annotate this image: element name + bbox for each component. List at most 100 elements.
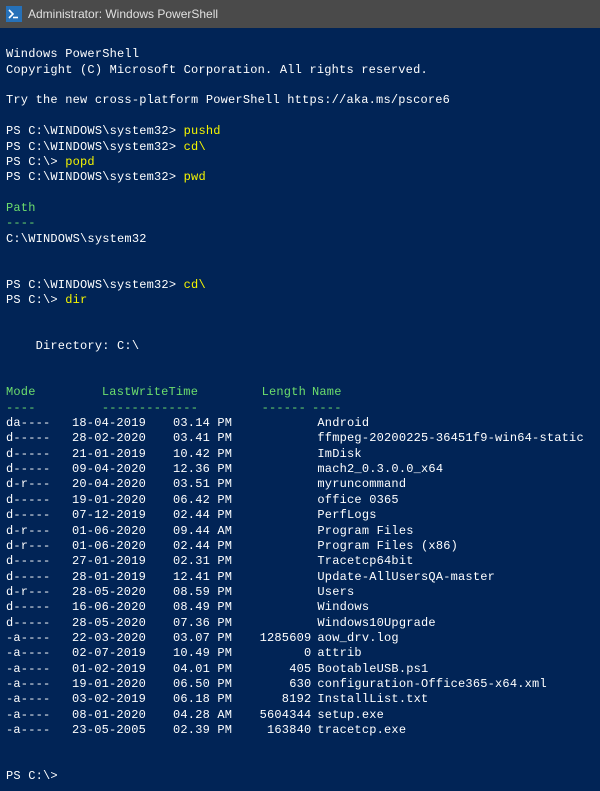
dir-row-ampm: AM — [217, 524, 239, 539]
dir-row-name: Program Files (x86) — [311, 539, 458, 554]
dir-row-name: office 0365 — [311, 493, 398, 508]
dir-row-length: 5604344 — [239, 708, 311, 723]
dir-row-date: 07-12-2019 — [66, 508, 146, 523]
dir-row-mode: d----- — [6, 616, 66, 631]
dir-row-mode: d-r--- — [6, 539, 66, 554]
titlebar[interactable]: Administrator: Windows PowerShell — [0, 0, 600, 28]
dir-row-length: 405 — [239, 662, 311, 677]
dir-row-ampm: PM — [217, 431, 239, 446]
dir-row-mode: d----- — [6, 431, 66, 446]
dir-row-mode: d-r--- — [6, 524, 66, 539]
prompt-5-prefix: PS C:\WINDOWS\system32> — [6, 278, 184, 292]
pwd-header: Path — [6, 201, 36, 215]
dir-row-date: 01-06-2020 — [66, 524, 146, 539]
dir-row-ampm: PM — [217, 616, 239, 631]
dir-row-name: mach2_0.3.0.0_x64 — [311, 462, 443, 477]
dir-dash-length: ------ — [234, 401, 306, 416]
dir-row-ampm: PM — [217, 646, 239, 661]
dir-header-mode: Mode — [6, 385, 66, 400]
dir-row-date: 19-01-2020 — [66, 677, 146, 692]
cmd-popd: popd — [65, 155, 95, 169]
dir-row-length: 1285609 — [239, 631, 311, 646]
dir-row-name: Windows10Upgrade — [311, 616, 435, 631]
dir-row-date: 01-02-2019 — [66, 662, 146, 677]
dir-row-length: 630 — [239, 677, 311, 692]
dir-row-date: 28-05-2020 — [66, 585, 146, 600]
dir-dash-mode: ---- — [6, 401, 66, 416]
dir-dash-lwt: ------------- — [66, 401, 234, 416]
dir-row-mode: -a---- — [6, 646, 66, 661]
dir-row-ampm: PM — [217, 508, 239, 523]
cmd-dir: dir — [65, 293, 87, 307]
dir-row-date: 22-03-2020 — [66, 631, 146, 646]
dir-row-mode: -a---- — [6, 631, 66, 646]
dir-row-date: 03-02-2019 — [66, 692, 146, 707]
dir-row-date: 09-04-2020 — [66, 462, 146, 477]
dir-row-time: 03.14 — [146, 416, 210, 431]
dir-row-mode: -a---- — [6, 677, 66, 692]
banner-line1: Windows PowerShell — [6, 47, 139, 61]
dir-row-mode: da---- — [6, 416, 66, 431]
dir-row-ampm: PM — [217, 554, 239, 569]
window-title: Administrator: Windows PowerShell — [28, 7, 218, 21]
dir-row-name: Windows — [311, 600, 369, 615]
prompt-7-prefix: PS C:\> — [6, 769, 65, 783]
dir-row-name: ffmpeg-20200225-36451f9-win64-static — [311, 431, 583, 446]
console-output[interactable]: Windows PowerShell Copyright (C) Microso… — [0, 28, 600, 791]
dir-row-name: attrib — [311, 646, 361, 661]
dir-row-date: 20-04-2020 — [66, 477, 146, 492]
dir-row-mode: d-r--- — [6, 477, 66, 492]
dir-row-time: 10.42 — [146, 447, 210, 462]
prompt-6-prefix: PS C:\> — [6, 293, 65, 307]
dir-row-time: 09.44 — [146, 524, 210, 539]
dir-row-length: 0 — [239, 646, 311, 661]
banner-line2: Copyright (C) Microsoft Corporation. All… — [6, 63, 428, 77]
dir-row-ampm: AM — [217, 708, 239, 723]
dir-header-name: Name — [306, 385, 342, 400]
dir-row-mode: d----- — [6, 462, 66, 477]
dir-row-date: 02-07-2019 — [66, 646, 146, 661]
pwd-dash: ---- — [6, 216, 36, 230]
dir-row-time: 02.44 — [146, 508, 210, 523]
dir-row-date: 08-01-2020 — [66, 708, 146, 723]
dir-row-ampm: PM — [217, 462, 239, 477]
banner-try: Try the new cross-platform PowerShell ht… — [6, 93, 450, 107]
dir-row-time: 03.07 — [146, 631, 210, 646]
dir-row-time: 04.28 — [146, 708, 210, 723]
dir-row-date: 21-01-2019 — [66, 447, 146, 462]
dir-row-time: 03.41 — [146, 431, 210, 446]
dir-row-name: BootableUSB.ps1 — [311, 662, 428, 677]
dir-row-time: 02.31 — [146, 554, 210, 569]
prompt-4-prefix: PS C:\WINDOWS\system32> — [6, 170, 184, 184]
dir-row-date: 23-05-2005 — [66, 723, 146, 738]
dir-row-name: InstallList.txt — [311, 692, 428, 707]
dir-row-time: 02.39 — [146, 723, 210, 738]
dir-row-date: 18-04-2019 — [66, 416, 146, 431]
dir-row-name: Users — [311, 585, 354, 600]
dir-row-time: 08.49 — [146, 600, 210, 615]
dir-row-ampm: PM — [217, 493, 239, 508]
dir-row-ampm: PM — [217, 662, 239, 677]
dir-row-time: 08.59 — [146, 585, 210, 600]
dir-row-mode: -a---- — [6, 662, 66, 677]
dir-row-ampm: PM — [217, 447, 239, 462]
dir-row-date: 28-01-2019 — [66, 570, 146, 585]
dir-row-name: setup.exe — [311, 708, 384, 723]
dir-row-time: 12.36 — [146, 462, 210, 477]
dir-row-ampm: PM — [217, 585, 239, 600]
dir-row-ampm: PM — [217, 600, 239, 615]
dir-row-time: 06.42 — [146, 493, 210, 508]
dir-row-date: 28-02-2020 — [66, 431, 146, 446]
dir-row-time: 02.44 — [146, 539, 210, 554]
dir-row-time: 07.36 — [146, 616, 210, 631]
dir-row-mode: -a---- — [6, 708, 66, 723]
dir-row-mode: d----- — [6, 554, 66, 569]
cmd-pushd: pushd — [184, 124, 221, 138]
dir-row-ampm: PM — [217, 416, 239, 431]
dir-row-time: 10.49 — [146, 646, 210, 661]
dir-row-mode: -a---- — [6, 723, 66, 738]
dir-row-date: 19-01-2020 — [66, 493, 146, 508]
dir-row-time: 06.18 — [146, 692, 210, 707]
dir-row-length: 8192 — [239, 692, 311, 707]
cmd-cd-root-2: cd\ — [184, 278, 206, 292]
